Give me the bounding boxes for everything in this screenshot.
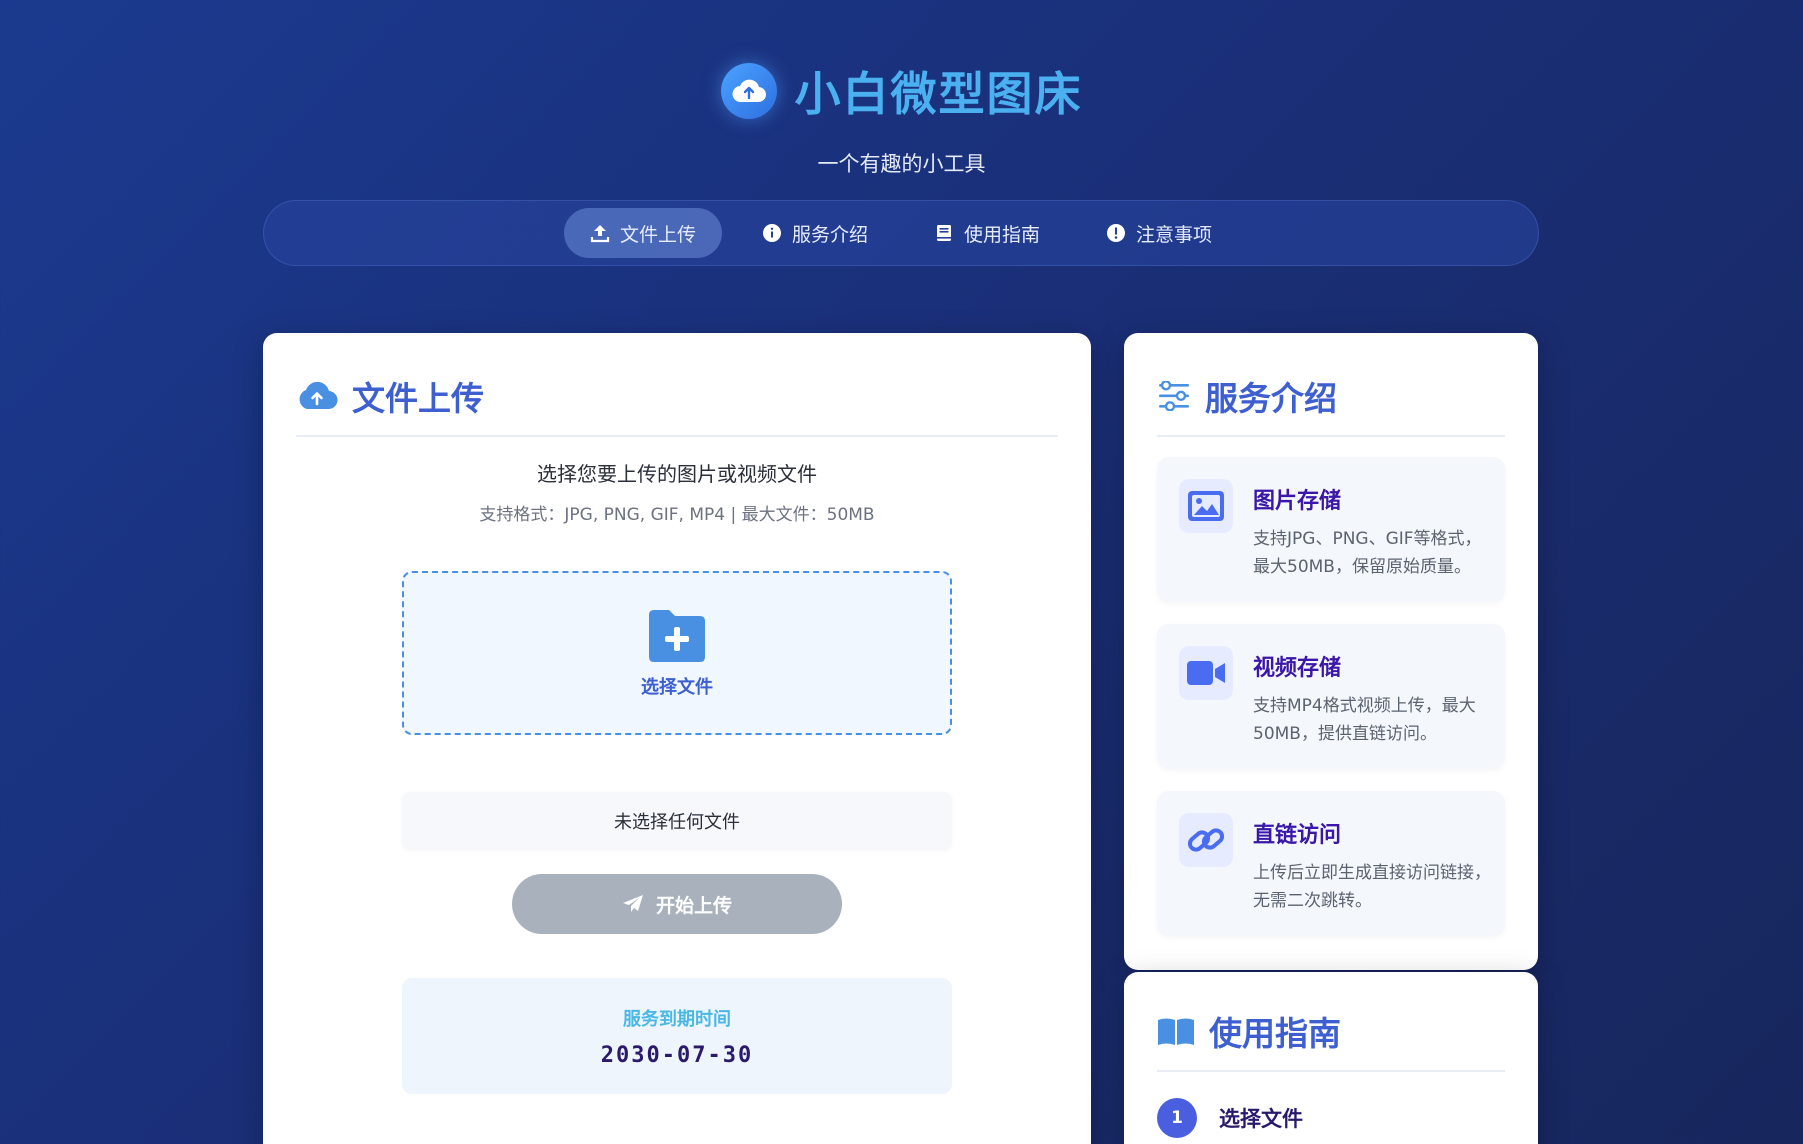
site-title: 小白微型图床 [794, 67, 1083, 121]
cloud-upload-icon [299, 381, 338, 410]
choose-file-label: 选择文件 [641, 677, 713, 698]
service-item-link: 直链访问 上传后立即生成直接访问链接，无需二次跳转。 [1157, 791, 1505, 936]
expire-info: 服务到期时间 2030-07-30 [402, 978, 952, 1094]
guide-card: 使用指南 1 选择文件 [1124, 972, 1538, 1144]
upload-formats: 支持格式：JPG, PNG, GIF, MP4 | 最大文件：50MB [479, 505, 875, 525]
upload-description: 选择您要上传的图片或视频文件 [537, 462, 817, 486]
nav-label: 注意事项 [1136, 223, 1213, 246]
paper-plane-icon [622, 895, 643, 912]
nav-label: 服务介绍 [791, 223, 868, 246]
upload-icon [590, 225, 610, 243]
step-number: 1 [1157, 1098, 1197, 1138]
folder-plus-icon [649, 610, 705, 662]
service-item-desc: 支持JPG、PNG、GIF等格式，最大50MB，保留原始质量。 [1253, 529, 1482, 577]
service-card-header: 服务介绍 [1157, 373, 1505, 437]
start-upload-button[interactable]: 开始上传 [512, 874, 842, 934]
site-header: 小白微型图床 一个有趣的小工具 [0, 0, 1803, 210]
book-icon [937, 225, 951, 241]
main-nav: 文件上传 服务介绍 使用指南 注意事项 [263, 200, 1539, 266]
step-title: 选择文件 [1219, 1107, 1303, 1131]
service-card-title: 服务介绍 [1205, 379, 1337, 418]
expire-date: 2030-07-30 [600, 1042, 754, 1068]
upload-card-title: 文件上传 [352, 379, 484, 418]
guide-card-header: 使用指南 [1157, 1008, 1505, 1072]
nav-tab-notes[interactable]: 注意事项 [1080, 208, 1238, 258]
nav-tab-upload[interactable]: 文件上传 [563, 208, 722, 258]
service-item-title: 直链访问 [1253, 823, 1342, 848]
site-subtitle: 一个有趣的小工具 [817, 152, 986, 176]
book-open-icon [1158, 1018, 1194, 1045]
info-icon [762, 224, 781, 242]
service-item-desc: 上传后立即生成直接访问链接，无需二次跳转。 [1253, 863, 1491, 911]
start-upload-label: 开始上传 [655, 895, 732, 917]
nav-tab-guide[interactable]: 使用指南 [908, 208, 1066, 258]
upload-card-header: 文件上传 [296, 373, 1058, 437]
service-item-title: 视频存储 [1253, 656, 1342, 681]
nav-tab-services[interactable]: 服务介绍 [736, 208, 894, 258]
service-item-image: 图片存储 支持JPG、PNG、GIF等格式，最大50MB，保留原始质量。 [1157, 457, 1505, 602]
file-dropzone[interactable]: 选择文件 [402, 571, 952, 735]
upload-card: 文件上传 选择您要上传的图片或视频文件 支持格式：JPG, PNG, GIF, … [263, 333, 1091, 1144]
file-status: 未选择任何文件 [402, 792, 952, 850]
link-icon [1179, 813, 1233, 867]
expire-label: 服务到期时间 [623, 1008, 731, 1030]
service-item-desc: 支持MP4格式视频上传，最大50MB，提供直链访问。 [1253, 696, 1476, 744]
video-icon [1179, 646, 1233, 700]
service-item-video: 视频存储 支持MP4格式视频上传，最大50MB，提供直链访问。 [1157, 624, 1505, 769]
service-card: 服务介绍 图片存储 支持JPG、PNG、GIF等格式，最大50MB，保留原始质量… [1124, 333, 1538, 970]
logo-block: 小白微型图床 [0, 58, 1803, 124]
guide-card-title: 使用指南 [1209, 1014, 1341, 1053]
guide-step: 1 选择文件 [1157, 1098, 1303, 1138]
nav-label: 文件上传 [619, 223, 696, 246]
nav-label: 使用指南 [964, 223, 1041, 246]
service-item-title: 图片存储 [1253, 489, 1342, 514]
cloud-upload-icon [720, 63, 777, 119]
exclamation-icon [1107, 224, 1126, 242]
sliders-icon [1159, 381, 1189, 411]
image-icon [1179, 479, 1233, 533]
